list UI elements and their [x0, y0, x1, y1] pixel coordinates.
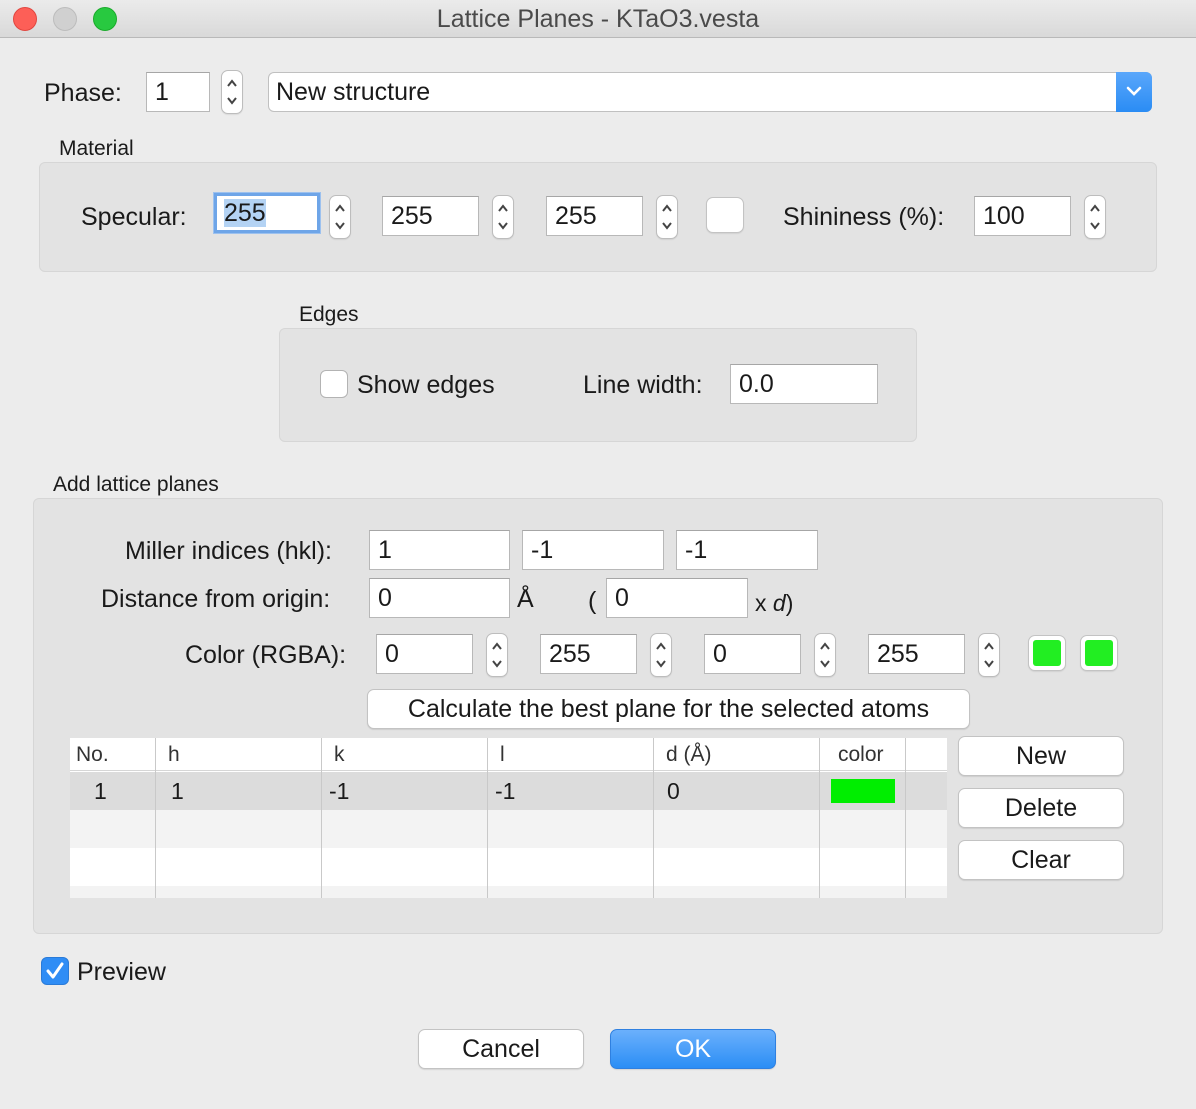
chevron-down-icon: [1126, 86, 1142, 96]
paren-close: ): [785, 590, 794, 616]
structure-popup[interactable]: New structure: [268, 72, 1152, 112]
color-g-stepper[interactable]: [650, 633, 672, 677]
line-width-field[interactable]: 0.0: [730, 364, 878, 404]
specular-r-field[interactable]: 255: [214, 193, 320, 233]
new-plane-button[interactable]: New: [958, 736, 1124, 776]
plane-color-swatch-alpha: [1085, 640, 1113, 666]
cell-color-swatch[interactable]: [831, 779, 895, 803]
miller-label: Miller indices (hkl):: [125, 537, 332, 565]
stepper-arrows-icon: [662, 204, 672, 230]
show-edges-label: Show edges: [357, 371, 495, 399]
preview-label: Preview: [77, 958, 166, 986]
plane-color-well-alpha[interactable]: [1080, 635, 1118, 671]
table-row-empty: [70, 886, 947, 898]
stepper-arrows-icon: [1090, 204, 1100, 230]
popup-arrow[interactable]: [1116, 72, 1152, 112]
specular-label: Specular:: [81, 203, 187, 231]
specular-b-stepper[interactable]: [656, 195, 678, 239]
calculate-best-plane-button[interactable]: Calculate the best plane for the selecte…: [367, 689, 970, 729]
phase-label: Phase:: [44, 79, 122, 107]
table-row-empty: [70, 810, 947, 848]
specular-r-value: 255: [224, 199, 266, 227]
color-r-stepper[interactable]: [486, 633, 508, 677]
lattice-planes-table: No. h k l d (Å) color 1 1 -1 -1 0: [70, 738, 947, 898]
angstrom-unit: Å: [517, 585, 534, 613]
column-header-d[interactable]: d (Å): [660, 738, 712, 771]
lattice-section-label: Add lattice planes: [53, 473, 219, 496]
stepper-arrows-icon: [984, 642, 994, 668]
column-divider: [905, 738, 906, 898]
clear-planes-button[interactable]: Clear: [958, 840, 1124, 880]
column-divider: [155, 738, 156, 898]
color-a-field[interactable]: 255: [868, 634, 965, 674]
column-divider: [653, 738, 654, 898]
specular-color-swatch: [711, 202, 739, 228]
line-width-label: Line width:: [583, 371, 703, 399]
miller-l-field[interactable]: -1: [676, 530, 818, 570]
title-bar: Lattice Planes - KTaO3.vesta: [0, 0, 1196, 38]
plane-color-well[interactable]: [1028, 635, 1066, 671]
stepper-arrows-icon: [820, 642, 830, 668]
color-rgba-label: Color (RGBA):: [185, 641, 347, 669]
shininess-field[interactable]: 100: [974, 196, 1071, 236]
cell-l: -1: [495, 778, 516, 804]
column-header-no[interactable]: No.: [70, 738, 109, 771]
d-symbol: d: [772, 590, 786, 616]
times-d-label: x d): [755, 588, 793, 618]
cell-k: -1: [329, 778, 350, 804]
show-edges-checkbox[interactable]: [320, 370, 348, 398]
cell-no: 1: [94, 778, 107, 804]
specular-g-field[interactable]: 255: [382, 196, 479, 236]
paren-open: (: [588, 587, 597, 615]
times-label: x: [755, 590, 773, 616]
cell-d: 0: [667, 778, 680, 804]
table-header: No. h k l d (Å) color: [70, 738, 947, 771]
delete-plane-button[interactable]: Delete: [958, 788, 1124, 828]
cell-h: 1: [171, 778, 184, 804]
specular-b-field[interactable]: 255: [546, 196, 643, 236]
stepper-arrows-icon: [492, 642, 502, 668]
table-row[interactable]: 1 1 -1 -1 0: [70, 772, 947, 810]
column-divider: [321, 738, 322, 898]
plane-color-swatch: [1033, 640, 1061, 666]
ok-button[interactable]: OK: [610, 1029, 776, 1069]
distance-field[interactable]: 0: [369, 578, 510, 618]
table-row-empty: [70, 848, 947, 886]
column-header-color[interactable]: color: [832, 738, 884, 771]
preview-checkbox[interactable]: [41, 957, 69, 985]
specular-g-stepper[interactable]: [492, 195, 514, 239]
shininess-label: Shininess (%):: [783, 203, 945, 231]
column-header-l[interactable]: l: [494, 738, 505, 771]
column-divider: [487, 738, 488, 898]
color-b-stepper[interactable]: [814, 633, 836, 677]
shininess-stepper[interactable]: [1084, 195, 1106, 239]
edges-section-label: Edges: [299, 303, 359, 326]
structure-popup-label: New structure: [276, 78, 431, 106]
column-header-h[interactable]: h: [162, 738, 180, 771]
distance-label: Distance from origin:: [101, 585, 331, 613]
distance-d-field[interactable]: 0: [606, 578, 748, 618]
stepper-arrows-icon: [498, 204, 508, 230]
miller-k-field[interactable]: -1: [522, 530, 664, 570]
phase-stepper[interactable]: [221, 70, 243, 114]
stepper-arrows-icon: [656, 642, 666, 668]
color-b-field[interactable]: 0: [704, 634, 801, 674]
material-section-label: Material: [59, 137, 134, 160]
color-r-field[interactable]: 0: [376, 634, 473, 674]
window-title: Lattice Planes - KTaO3.vesta: [436, 5, 760, 33]
stepper-arrows-icon: [335, 204, 345, 230]
color-g-field[interactable]: 255: [540, 634, 637, 674]
column-divider: [819, 738, 820, 898]
phase-number-field[interactable]: 1: [146, 72, 210, 112]
miller-h-field[interactable]: 1: [369, 530, 510, 570]
specular-r-stepper[interactable]: [329, 195, 351, 239]
cancel-button[interactable]: Cancel: [418, 1029, 584, 1069]
stepper-arrows-icon: [227, 79, 237, 105]
column-header-k[interactable]: k: [328, 738, 345, 771]
checkmark-icon: [46, 962, 64, 979]
color-a-stepper[interactable]: [978, 633, 1000, 677]
specular-color-well[interactable]: [706, 197, 744, 233]
